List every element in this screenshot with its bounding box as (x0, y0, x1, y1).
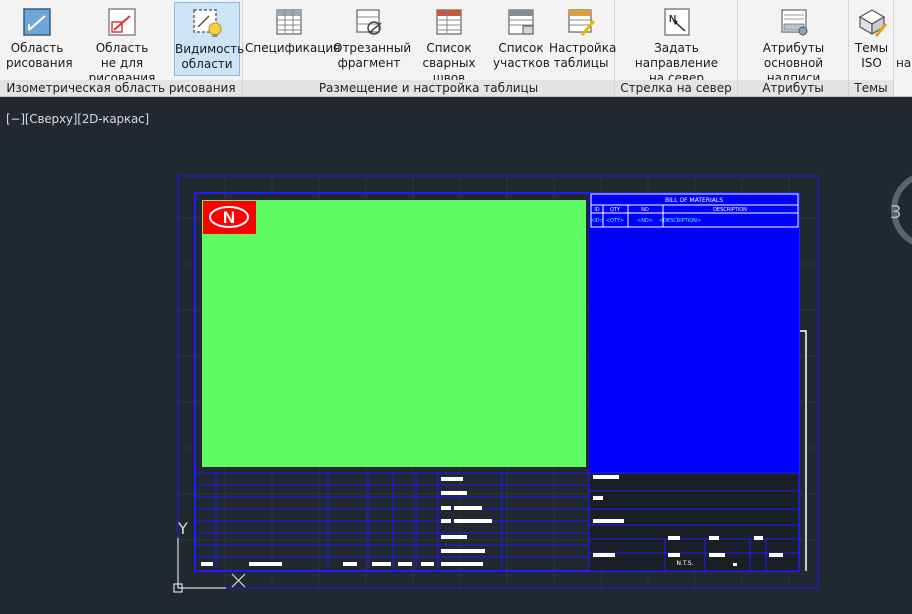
non-drawing-area[interactable] (589, 193, 799, 473)
titleblock-left (196, 472, 590, 571)
table-settings-label: Настройка таблицы (549, 41, 617, 70)
model-viewport[interactable]: [−][Сверху][2D-каркас] N BILL OF MATERIA… (0, 98, 912, 614)
bom-header-nd: ND (641, 207, 649, 213)
table-settings-button[interactable]: Настройка таблицы (549, 2, 617, 76)
viewcube-text: 3 (890, 202, 901, 223)
ribbon-overflow-partial: на (896, 56, 912, 70)
weld-list-icon (436, 9, 462, 35)
non-drawing-area-button[interactable]: Область не для рисования (70, 2, 174, 85)
drawing-area[interactable] (202, 200, 586, 467)
area-visibility-label: Видимость области (175, 42, 245, 71)
bom-cell-description: <DESCRIPTION> (659, 218, 701, 224)
weld-list-button[interactable]: Список сварных швов (405, 2, 493, 85)
titleblock-attrs-button[interactable]: Атрибуты основной надписи (740, 2, 847, 85)
bom-header-description: DESCRIPTION (713, 207, 747, 213)
north-arrow-icon: N (663, 8, 690, 36)
specification-label: Спецификация (245, 41, 341, 55)
non-drawing-area-icon (108, 8, 136, 36)
group-label-attributes: Атрибуты (738, 80, 848, 96)
group-label-north: Стрелка на север (615, 80, 737, 96)
bom-header-qty: QTY (610, 207, 621, 213)
titleblock-attrs-icon (780, 9, 807, 36)
side-strip (800, 330, 807, 571)
company-logo: N (203, 201, 256, 234)
table-settings-icon (568, 9, 596, 36)
titleblock-scale: N.T.S. (677, 560, 694, 567)
iso-themes-button[interactable]: Темы ISO (850, 2, 893, 76)
bom-title: BILL OF MATERIALS (665, 197, 723, 204)
bom-cell-id: <ID> (590, 218, 604, 224)
drawing-sheet: N BILL OF MATERIALS ID QTY ND DESCRIPTIO… (173, 174, 912, 593)
set-north-button[interactable]: N Задать направление на север (617, 2, 736, 85)
sections-list-label: Список участков (493, 41, 550, 70)
group-themes: Темы ISO Темы (849, 0, 894, 97)
bom-header-id: ID (594, 207, 599, 213)
area-visibility-icon (193, 9, 222, 37)
titleblock-right: N.T.S. (588, 472, 800, 572)
group-label-themes: Темы (849, 80, 893, 96)
ucs-y-label: Y (177, 519, 188, 538)
sections-list-icon (508, 9, 534, 35)
viewcube[interactable]: 3 (890, 174, 912, 246)
bom-cell-nd: <ND> (637, 218, 653, 224)
group-label-iso: Изометрическая область рисования (0, 80, 242, 96)
group-north-arrow: N Задать направление на север Стрелка на… (615, 0, 738, 97)
area-visibility-button[interactable]: Видимость области (174, 2, 245, 76)
bom-cell-qty: <QTY> (606, 218, 624, 224)
cut-fragment-button[interactable]: Отрезанный фрагмент (333, 2, 412, 76)
drawing-area-button[interactable]: Область рисования (6, 2, 73, 76)
specification-button[interactable]: Спецификация (245, 2, 341, 76)
table-spec-icon (276, 9, 302, 35)
group-label-table: Размещение и настройка таблицы (243, 80, 614, 96)
iso-themes-icon (858, 9, 887, 37)
svg-text:N: N (223, 208, 235, 227)
group-table-settings: Спецификация Отрезанный фрагмент Список … (243, 0, 617, 97)
drawing-area-icon (23, 8, 51, 36)
group-attributes: Атрибуты основной надписи Атрибуты (738, 0, 849, 97)
ribbon: Область рисования Область не для рисован… (0, 0, 912, 97)
group-iso-drawing-area: Область рисования Область не для рисован… (0, 0, 245, 97)
iso-themes-label: Темы ISO (854, 41, 889, 70)
cut-fragment-label: Отрезанный фрагмент (333, 41, 412, 70)
sections-list-button[interactable]: Список участков (493, 2, 550, 76)
drawing-area-label: Область рисования (6, 41, 73, 70)
cut-fragment-icon (356, 9, 382, 35)
